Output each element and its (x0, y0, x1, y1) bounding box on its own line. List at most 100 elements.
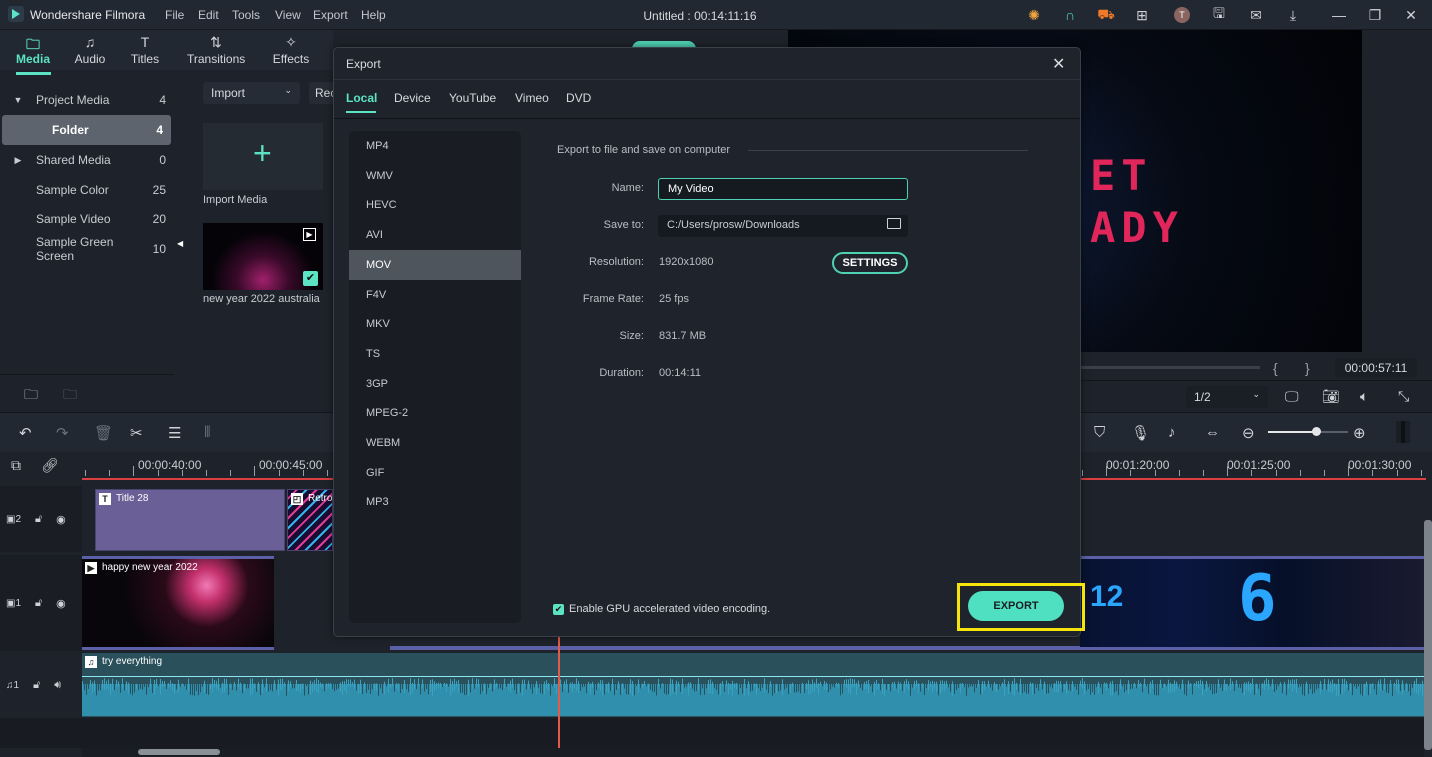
display-icon[interactable]: 🖵 (1285, 388, 1299, 405)
format-item-mpeg-2[interactable]: MPEG-2 (349, 398, 521, 428)
horizontal-scroll-thumb[interactable] (138, 749, 220, 755)
close-window-icon[interactable]: ✕ (1402, 6, 1420, 24)
snapshot-icon[interactable]: 📷︎ (1322, 388, 1340, 405)
redo-icon[interactable]: ↷ (56, 424, 69, 442)
menu-export[interactable]: Export (313, 8, 348, 22)
library-item-sample-color[interactable]: Sample Color 25 (0, 175, 174, 205)
close-icon[interactable]: ✕ (1052, 54, 1065, 74)
format-item-hevc[interactable]: HEVC (349, 190, 521, 220)
save-icon[interactable]: 🖫 (1210, 5, 1228, 24)
voiceover-icon[interactable]: ♪ (1168, 424, 1176, 441)
library-item-sample-green-screen[interactable]: Sample Green Screen 10 (0, 234, 174, 264)
tab-effects[interactable]: ✧ Effects (272, 34, 310, 66)
lock-icon[interactable]: 🔓︎ (35, 597, 42, 610)
slider-knob[interactable] (1312, 427, 1321, 436)
zoom-out-icon[interactable]: ⊖ (1242, 424, 1255, 442)
save-path-field[interactable]: C:/Users/prosw/Downloads (658, 215, 908, 237)
waveform-bar (960, 683, 961, 693)
menu-help[interactable]: Help (361, 8, 386, 22)
undo-icon[interactable]: ↶ (19, 424, 32, 442)
mark-out-icon[interactable]: } (1305, 360, 1310, 376)
waveform-bar (1038, 683, 1039, 691)
library-item-sample-video[interactable]: Sample Video 20 (0, 204, 174, 234)
tab-vimeo[interactable]: Vimeo (515, 91, 549, 105)
audio-split-icon[interactable]: ⦀ (204, 424, 211, 441)
volume-icon[interactable]: 🔈︎ (1360, 388, 1368, 405)
speaker-icon[interactable]: 🔊︎ (54, 679, 61, 692)
name-input[interactable] (658, 178, 908, 200)
fit-timeline-icon[interactable]: ⇔ (1205, 424, 1220, 441)
microphone-icon[interactable]: 🎙︎ (1131, 424, 1150, 442)
tab-titles[interactable]: T Titles (130, 34, 160, 66)
format-item-mp3[interactable]: MP3 (349, 487, 521, 517)
tab-media[interactable]: 🗀 Media (15, 34, 51, 66)
import-dropdown[interactable]: Import ⌄ (203, 82, 300, 104)
delete-icon[interactable]: 🗑︎ (94, 424, 113, 442)
format-item-f4v[interactable]: F4V (349, 280, 521, 310)
format-item-ts[interactable]: TS (349, 339, 521, 369)
mail-icon[interactable]: ✉ (1247, 6, 1265, 24)
tab-dvd[interactable]: DVD (566, 91, 591, 105)
video-clip[interactable]: ▶ happy new year 2022 (82, 556, 274, 650)
menu-view[interactable]: View (275, 8, 301, 22)
mark-in-icon[interactable]: { (1273, 360, 1278, 376)
marker-icon[interactable]: ⛉ (1094, 424, 1105, 441)
headset-icon[interactable]: ∩ (1061, 6, 1079, 24)
tab-local[interactable]: Local (346, 91, 377, 105)
library-item-folder[interactable]: Folder 4 (2, 115, 171, 145)
import-media-button[interactable]: + (203, 123, 323, 190)
fullscreen-icon[interactable]: ⤡ (1398, 388, 1409, 405)
zoom-in-icon[interactable]: ⊕ (1353, 424, 1366, 442)
format-item-mp4[interactable]: MP4 (349, 131, 521, 161)
minimize-icon[interactable]: — (1330, 6, 1348, 24)
download-icon[interactable]: ⤓ (1284, 6, 1302, 24)
vertical-scrollbar[interactable] (1424, 520, 1432, 750)
library-item-project-media[interactable]: ▼ Project Media 4 (0, 85, 174, 115)
format-item-webm[interactable]: WEBM (349, 428, 521, 458)
audio-volume-line[interactable] (82, 676, 1424, 677)
avatar[interactable]: T (1174, 7, 1190, 23)
new-folder-icon[interactable]: 🗀 (24, 384, 38, 408)
format-item-3gp[interactable]: 3GP (349, 369, 521, 399)
format-item-avi[interactable]: AVI (349, 220, 521, 250)
retro-clip[interactable]: ◰ Retro (287, 489, 333, 551)
format-item-mkv[interactable]: MKV (349, 309, 521, 339)
playback-scrubber[interactable] (1080, 366, 1260, 369)
gpu-checkbox[interactable]: ✔ (553, 604, 564, 615)
adjust-icon[interactable]: ☰ (168, 424, 181, 442)
menu-tools[interactable]: Tools (232, 8, 260, 22)
tab-device[interactable]: Device (394, 91, 431, 105)
restore-icon[interactable]: ❐ (1366, 6, 1384, 24)
horizontal-scrollbar[interactable] (82, 748, 1424, 757)
tab-transitions[interactable]: ⇅ Transitions (187, 34, 245, 66)
eye-icon[interactable]: ◉ (56, 513, 66, 526)
menu-file[interactable]: File (165, 8, 184, 22)
lock-icon[interactable]: 🔓︎ (33, 679, 40, 692)
settings-button[interactable]: SETTINGS (832, 252, 908, 274)
format-item-wmv[interactable]: WMV (349, 161, 521, 191)
folder-icon[interactable] (887, 218, 901, 229)
eye-icon[interactable]: ◉ (56, 597, 66, 610)
lock-icon[interactable]: 🔓︎ (35, 513, 42, 526)
waveform-bar (110, 683, 111, 696)
cut-icon[interactable]: ✂ (130, 424, 143, 442)
collapse-panel-icon[interactable]: ◀ (177, 239, 183, 248)
library-item-shared-media[interactable]: ▶ Shared Media 0 (0, 145, 174, 175)
title-clip[interactable]: T Title 28 (95, 489, 285, 551)
timeline-pause-handle[interactable] (1396, 421, 1410, 443)
format-item-mov[interactable]: MOV (349, 249, 521, 280)
format-item-gif[interactable]: GIF (349, 458, 521, 488)
cart-icon[interactable]: ⛟ (1097, 6, 1115, 24)
lightbulb-icon[interactable]: ✺ (1025, 6, 1043, 24)
tab-youtube[interactable]: YouTube (449, 91, 496, 105)
timeline-zoom-slider[interactable] (1268, 427, 1348, 436)
delete-folder-icon[interactable]: 🗀 (63, 384, 77, 408)
gift-icon[interactable]: ⊞ (1133, 6, 1151, 24)
preview-ratio-dropdown[interactable]: 1/2 ⌄ (1186, 386, 1268, 408)
link-icon[interactable]: 🔗︎ (41, 457, 59, 474)
add-track-icon[interactable]: ⧉ (11, 457, 21, 474)
menu-edit[interactable]: Edit (198, 8, 219, 22)
tab-audio[interactable]: ♫ Audio (74, 34, 106, 66)
waveform-bar (420, 682, 421, 695)
waveform-bar (438, 682, 439, 688)
